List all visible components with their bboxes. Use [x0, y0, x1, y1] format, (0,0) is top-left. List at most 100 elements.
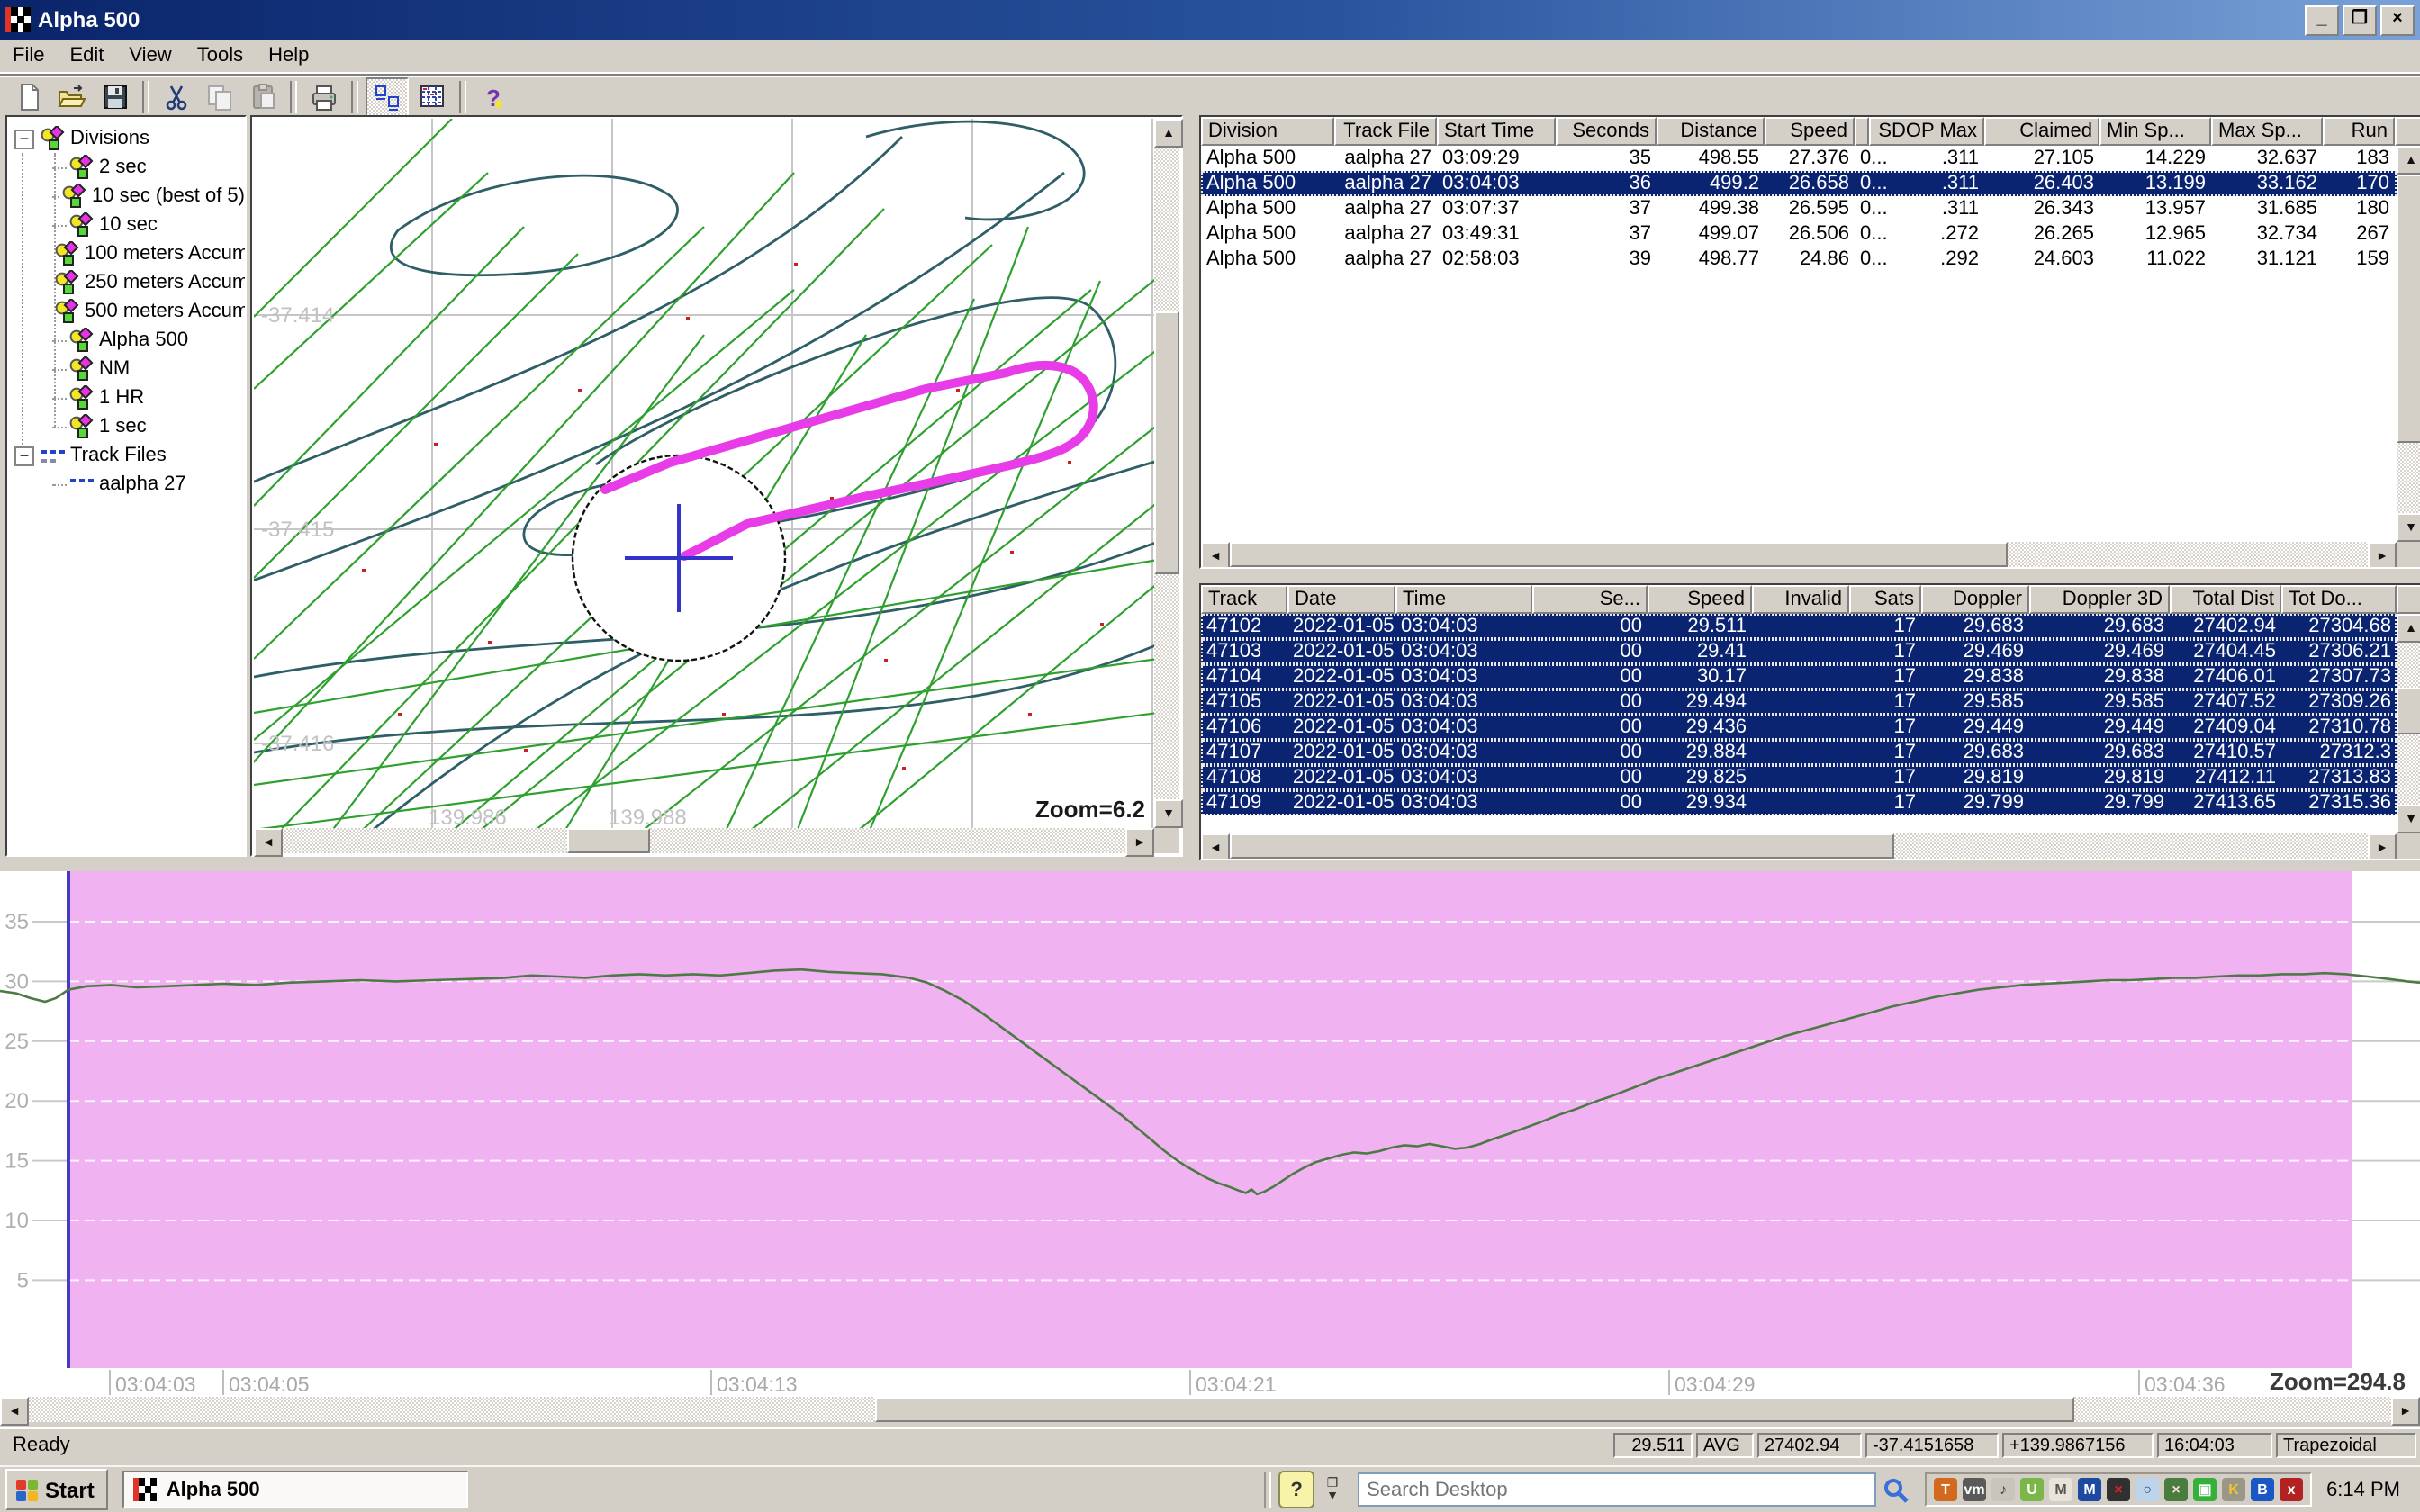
- help-icon[interactable]: ?: [474, 78, 513, 114]
- track-point-row[interactable]: 47107 2022-01-05 03:04:03 00 29.884 17 2…: [1201, 740, 2397, 765]
- track-points-horizontal-scrollbar[interactable]: ◄ ►: [1201, 833, 2420, 859]
- tray-hourglass-disabled-icon[interactable]: ×: [2107, 1478, 2130, 1501]
- column-header[interactable]: Track File: [1334, 117, 1437, 146]
- save-icon[interactable]: [95, 78, 135, 114]
- column-header[interactable]: Track: [1201, 585, 1287, 614]
- tray-usb-device-icon[interactable]: U: [2020, 1478, 2044, 1501]
- tree-node-division[interactable]: 10 sec (best of 5): [7, 182, 245, 211]
- scroll-right-icon[interactable]: ►: [2368, 833, 2397, 860]
- column-header[interactable]: Min Sp...: [2099, 117, 2211, 146]
- track-point-row[interactable]: 47102 2022-01-05 03:04:03 00 29.511 17 2…: [1201, 614, 2397, 639]
- scroll-up-icon[interactable]: ▲: [1154, 119, 1183, 148]
- scrollbar-track[interactable]: [283, 828, 1125, 853]
- scroll-left-icon[interactable]: ◄: [1201, 833, 1230, 860]
- tray-tool-icon[interactable]: T: [1934, 1478, 1957, 1501]
- column-header[interactable]: Run: [2323, 117, 2395, 146]
- open-folder-icon[interactable]: [52, 78, 92, 114]
- track-point-row[interactable]: 47103 2022-01-05 03:04:03 00 29.41 17 29…: [1201, 639, 2397, 664]
- scroll-right-icon[interactable]: ►: [2391, 1397, 2420, 1426]
- runs-horizontal-scrollbar[interactable]: ◄ ►: [1201, 542, 2420, 567]
- start-button[interactable]: Start: [5, 1469, 109, 1510]
- copy-icon[interactable]: [200, 78, 239, 114]
- column-header[interactable]: Division: [1201, 117, 1334, 146]
- scrollbar-thumb[interactable]: [567, 828, 650, 853]
- column-header[interactable]: Distance: [1657, 117, 1765, 146]
- search-icon[interactable]: [1882, 1475, 1910, 1504]
- track-point-row[interactable]: 47104 2022-01-05 03:04:03 00 30.17 17 29…: [1201, 664, 2397, 689]
- tree-node-track-files[interactable]: − Track Files: [7, 441, 245, 470]
- tree-node-division[interactable]: 250 meters Accum: [7, 268, 245, 297]
- menu-item[interactable]: File: [0, 41, 57, 70]
- tree-node-division[interactable]: Alpha 500: [7, 326, 245, 355]
- menu-item[interactable]: Edit: [57, 41, 116, 70]
- scroll-left-icon[interactable]: ◄: [0, 1397, 29, 1426]
- scroll-down-icon[interactable]: ▼: [2397, 513, 2420, 542]
- scrollbar-track[interactable]: [2397, 643, 2420, 805]
- column-header[interactable]: Date: [1287, 585, 1395, 614]
- tree-node-division[interactable]: 500 meters Accum: [7, 297, 245, 326]
- tree-node-division[interactable]: 100 meters Accum: [7, 239, 245, 268]
- track-points-vertical-scrollbar[interactable]: ▲ ▼: [2397, 614, 2420, 833]
- map-horizontal-scrollbar[interactable]: ◄ ►: [254, 828, 1154, 853]
- tray-volume-icon[interactable]: ♪: [1991, 1478, 2015, 1501]
- scrollbar-track[interactable]: [2397, 175, 2420, 513]
- print-icon[interactable]: [304, 78, 344, 114]
- scrollbar-thumb[interactable]: [1230, 542, 2008, 567]
- column-header[interactable]: Sats: [1849, 585, 1921, 614]
- column-header[interactable]: Se...: [1532, 585, 1648, 614]
- collapse-icon[interactable]: −: [14, 129, 34, 148]
- tray-malwarebytes-icon[interactable]: M: [2078, 1478, 2101, 1501]
- column-header[interactable]: Speed: [1765, 117, 1855, 146]
- scrollbar-track[interactable]: [1154, 148, 1179, 799]
- run-row[interactable]: Alpha 500 aalpha 27 03:09:29 35 498.55 2…: [1201, 146, 2397, 171]
- scrollbar-track[interactable]: [1230, 542, 2368, 567]
- scrollbar-track[interactable]: [1230, 833, 2368, 859]
- run-row[interactable]: Alpha 500 aalpha 27 03:49:31 37 499.07 2…: [1201, 221, 2397, 247]
- speed-chart[interactable]: 353025201510503:04:0303:04:0503:04:1303:…: [0, 871, 2420, 1397]
- tray-bluetooth-icon[interactable]: B: [2251, 1478, 2274, 1501]
- search-input[interactable]: [1358, 1472, 1876, 1507]
- data-grid-icon[interactable]: [412, 78, 452, 114]
- column-header[interactable]: SDOP Max: [1869, 117, 1984, 146]
- tray-mouse-icon[interactable]: M: [2049, 1478, 2072, 1501]
- track-point-row[interactable]: 47106 2022-01-05 03:04:03 00 29.436 17 2…: [1201, 715, 2397, 740]
- track-point-row[interactable]: 47105 2022-01-05 03:04:03 00 29.494 17 2…: [1201, 689, 2397, 715]
- scrollbar-thumb[interactable]: [2397, 688, 2420, 734]
- tree-node-division[interactable]: 2 sec: [7, 153, 245, 182]
- paste-icon[interactable]: [243, 78, 283, 114]
- scroll-up-icon[interactable]: ▲: [2397, 614, 2420, 643]
- column-header[interactable]: Seconds: [1556, 117, 1657, 146]
- column-header[interactable]: Time: [1395, 585, 1532, 614]
- column-header[interactable]: Tot Do...: [2281, 585, 2397, 614]
- scroll-down-icon[interactable]: ▼: [1154, 799, 1183, 828]
- menu-item[interactable]: Help: [256, 41, 321, 70]
- scroll-left-icon[interactable]: ◄: [254, 828, 283, 857]
- scrollbar-thumb[interactable]: [1154, 310, 1179, 575]
- tree-node-division[interactable]: 10 sec: [7, 211, 245, 239]
- column-header[interactable]: Max Sp...: [2211, 117, 2323, 146]
- help-balloon-icon[interactable]: ?: [1278, 1471, 1314, 1508]
- column-header[interactable]: Invalid: [1752, 585, 1849, 614]
- gps-track-map[interactable]: -37.414-37.415-37.416139.986139.988: [254, 119, 1158, 835]
- tree-node-divisions[interactable]: − Divisions: [7, 124, 245, 153]
- scrollbar-thumb[interactable]: [875, 1397, 2074, 1422]
- map-vertical-scrollbar[interactable]: ▲ ▼: [1154, 119, 1179, 828]
- run-row[interactable]: Alpha 500 aalpha 27 03:04:03 36 499.2 26…: [1201, 171, 2397, 196]
- tree-node-division[interactable]: NM: [7, 355, 245, 383]
- tray-network-cube-icon[interactable]: ▣: [2193, 1478, 2217, 1501]
- scrollbar-track[interactable]: [29, 1397, 2391, 1422]
- tree-node-division[interactable]: 1 HR: [7, 383, 245, 412]
- scroll-right-icon[interactable]: ►: [1125, 828, 1154, 857]
- maximize-button[interactable]: ❐: [2343, 4, 2377, 35]
- taskbar-task-alpha500[interactable]: Alpha 500: [123, 1471, 469, 1508]
- collapse-icon[interactable]: −: [14, 446, 34, 465]
- tree-node-track-file[interactable]: aalpha 27: [7, 470, 245, 499]
- track-point-row[interactable]: 47109 2022-01-05 03:04:03 00 29.934 17 2…: [1201, 790, 2397, 815]
- sort-stats-icon[interactable]: [366, 76, 409, 116]
- chart-horizontal-scrollbar[interactable]: ◄ ►: [0, 1397, 2420, 1422]
- scroll-up-icon[interactable]: ▲: [2397, 146, 2420, 175]
- minimize-button[interactable]: _: [2305, 4, 2339, 35]
- column-header[interactable]: Speed: [1648, 585, 1752, 614]
- column-header[interactable]: Claimed: [1984, 117, 2099, 146]
- tray-vmware-icon[interactable]: vm: [1963, 1478, 1986, 1501]
